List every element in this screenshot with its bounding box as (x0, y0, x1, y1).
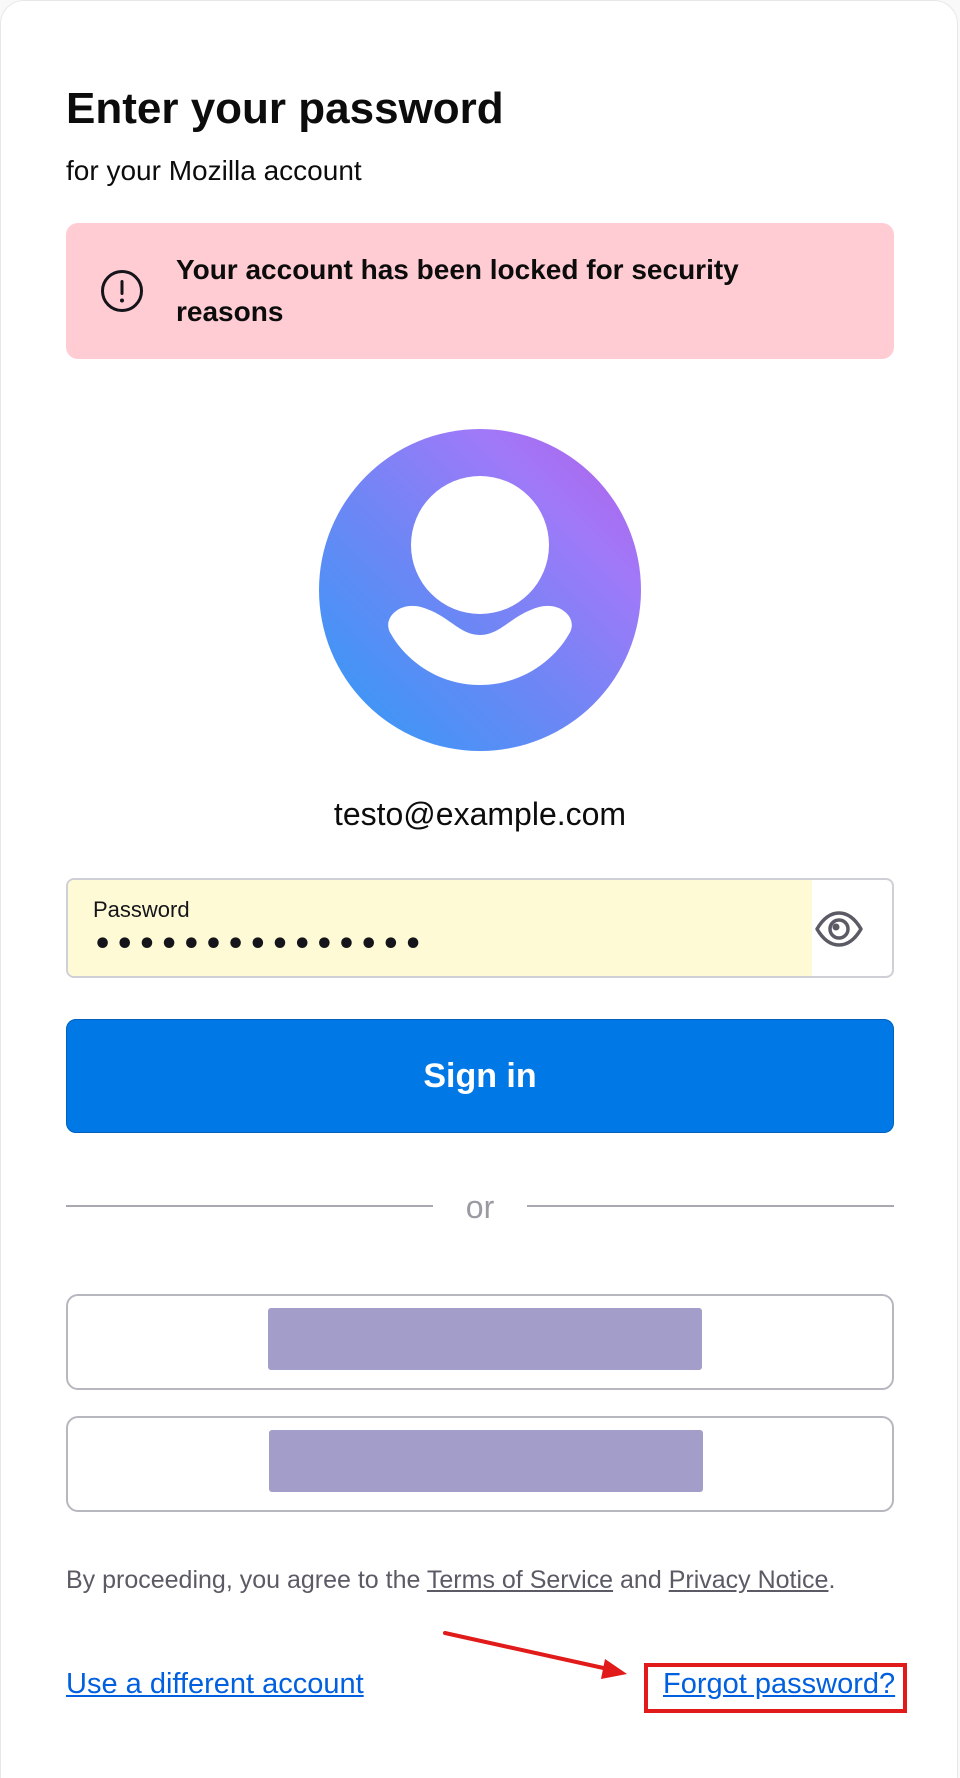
password-field[interactable]: Password ••••••••••••••• (66, 878, 894, 978)
error-message: Your account has been locked for securit… (176, 254, 739, 327)
password-input[interactable]: ••••••••••••••• (93, 928, 426, 962)
default-avatar-icon (319, 429, 641, 751)
signin-card: Enter your password for your Mozilla acc… (0, 0, 958, 1778)
alternate-signin-button-1[interactable] (66, 1294, 894, 1390)
forgot-password-link[interactable]: Forgot password? (663, 1666, 895, 1702)
sign-in-button[interactable]: Sign in (66, 1019, 894, 1133)
account-email: testo@example.com (333, 796, 627, 832)
redacted-content (268, 1308, 702, 1370)
terms-of-service-link[interactable]: Terms of Service (427, 1566, 613, 1594)
privacy-notice-link[interactable]: Privacy Notice (669, 1566, 829, 1594)
page-subtitle: for your Mozilla account (66, 155, 362, 186)
password-label: Password (93, 897, 190, 922)
or-divider: or (66, 1187, 894, 1227)
exclamation-circle-icon (101, 270, 143, 312)
annotation-arrow (443, 1631, 627, 1679)
legal-notice: By proceeding, you agree to the Terms of… (66, 1563, 835, 1597)
divider-text: or (465, 1189, 495, 1225)
redacted-content (269, 1430, 703, 1492)
alternate-signin-button-2[interactable] (66, 1416, 894, 1512)
legal-suffix: . (828, 1566, 836, 1594)
page: Enter your password for your Mozilla acc… (0, 0, 960, 1778)
divider-line-right (527, 1205, 894, 1207)
eye-icon[interactable] (814, 910, 864, 948)
legal-conjunction: and (613, 1566, 669, 1594)
page-title: Enter your password (66, 84, 504, 133)
use-different-account-link[interactable]: Use a different account (66, 1666, 364, 1702)
error-banner: Your account has been locked for securit… (66, 223, 894, 359)
legal-prefix: By proceeding, you agree to the (66, 1566, 427, 1594)
